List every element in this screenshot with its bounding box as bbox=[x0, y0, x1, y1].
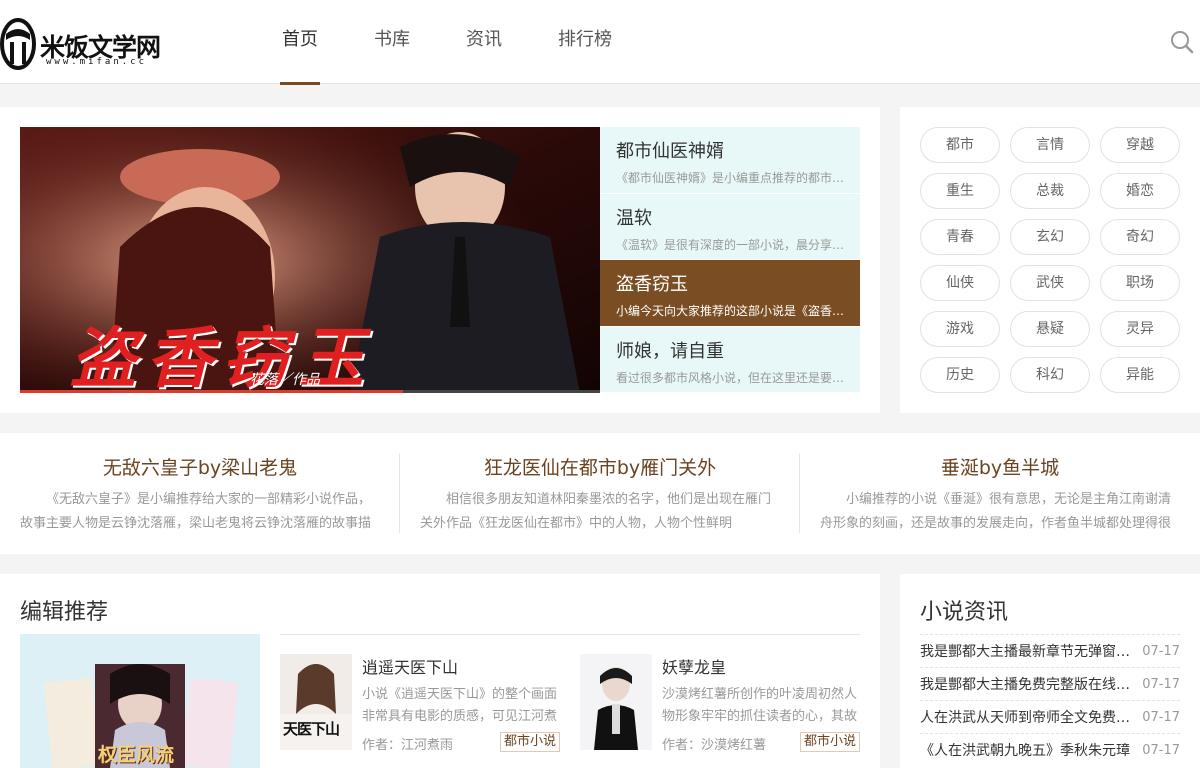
slide-title: 温软 bbox=[616, 207, 652, 229]
news-item[interactable]: 人在洪武从天师到帝师全文免费阅读 07-17 bbox=[920, 700, 1180, 733]
featured-desc: 相信很多朋友知道林阳秦墨浓的名字，他们是出现在雁门关外作品《狂龙医仙在都市》中的… bbox=[420, 492, 772, 531]
tag-lishi[interactable]: 历史 bbox=[920, 357, 1000, 393]
news-title[interactable]: 人在洪武从天师到帝师全文免费阅读 bbox=[920, 707, 1130, 727]
featured-desc: 《无敌六皇子》是小编推荐给大家的一部精彩小说作品，故事主要人物是云铮沈落雁，梁山… bbox=[20, 492, 372, 531]
tag-hunlian[interactable]: 婚恋 bbox=[1100, 173, 1180, 209]
banner-progress-bar bbox=[20, 390, 600, 393]
news-title[interactable]: 《人在洪武朝九晚五》季秋朱元璋 bbox=[920, 740, 1130, 760]
banner-cover-image[interactable]: 盗香窃玉 花落／作品 bbox=[20, 127, 600, 393]
book-genre-tag[interactable]: 都市小说 bbox=[499, 732, 560, 752]
logo-mark-icon bbox=[0, 18, 36, 70]
editor-picks-section: 编辑推荐 权臣风流 天医下山 逍遥天医下山 小说《逍遥天医下山》的整个画面非常具… bbox=[0, 574, 880, 768]
slide-title: 师娘，请自重 bbox=[616, 340, 724, 362]
tag-yineng[interactable]: 异能 bbox=[1100, 357, 1180, 393]
novel-news-section: 小说资讯 我是酆都大主播最新章节无弹窗阅读 07-17 我是酆都大主播免费完整版… bbox=[900, 574, 1200, 768]
tag-qihuan[interactable]: 奇幻 bbox=[1100, 219, 1180, 255]
featured-title[interactable]: 狂龙医仙在都市by雁门关外 bbox=[420, 453, 780, 480]
nav-library[interactable]: 书库 bbox=[372, 0, 412, 84]
divider bbox=[799, 453, 800, 533]
book-card[interactable]: 天医下山 逍遥天医下山 小说《逍遥天医下山》的整个画面非常具有电影的质感，可见江… bbox=[280, 654, 560, 754]
news-date: 07-17 bbox=[1142, 643, 1180, 659]
tag-zongcai[interactable]: 总裁 bbox=[1010, 173, 1090, 209]
book-title[interactable]: 妖孽龙皇 bbox=[662, 654, 726, 678]
book-title[interactable]: 逍遥天医下山 bbox=[362, 654, 458, 678]
news-date: 07-17 bbox=[1142, 709, 1180, 725]
nav-rankings[interactable]: 排行榜 bbox=[556, 0, 614, 84]
slide-title: 盗香窃玉 bbox=[616, 274, 688, 295]
tag-xianxia[interactable]: 仙侠 bbox=[920, 265, 1000, 301]
banner-progress-fill bbox=[20, 390, 403, 393]
tag-xuanyi[interactable]: 悬疑 bbox=[1010, 311, 1090, 347]
book-cover-title: 天医下山 bbox=[283, 720, 340, 738]
featured-item: 垂涎by鱼半城 小编推荐的小说《垂涎》很有意思，无论是主角江南谢清舟形象的刻画，… bbox=[820, 453, 1180, 533]
news-list: 我是酆都大主播最新章节无弹窗阅读 07-17 我是酆都大主播免费完整版在线阅读 … bbox=[920, 634, 1180, 766]
editor-feature-cover[interactable]: 权臣风流 bbox=[20, 634, 260, 768]
site-logo[interactable]: 米饭文学网 www.mifan.cc bbox=[0, 12, 175, 76]
main-nav: 首页 书库 资讯 排行榜 bbox=[280, 0, 666, 85]
nav-news[interactable]: 资讯 bbox=[464, 0, 504, 84]
banner-cover-title: 盗香窃玉 bbox=[70, 319, 374, 393]
book-author: 作者：江河煮雨 bbox=[362, 738, 454, 753]
slide-desc: 《都市仙医神婿》是小编重点推荐的都市小说 bbox=[616, 171, 848, 185]
genre-tags-panel: 都市 言情 穿越 重生 总裁 婚恋 青春 玄幻 奇幻 仙侠 武侠 职场 游戏 悬… bbox=[900, 107, 1200, 413]
featured-item: 无敌六皇子by梁山老鬼 《无敌六皇子》是小编推荐给大家的一部精彩小说作品，故事主… bbox=[20, 453, 380, 533]
search-icon[interactable] bbox=[1170, 30, 1194, 54]
book-cover[interactable]: 天医下山 bbox=[280, 654, 352, 750]
book-card[interactable]: 妖孽龙皇 沙漠烤红薯所创作的叶凌周初然人物形象牢牢的抓住读者的心，其故事精彩 作… bbox=[580, 654, 860, 754]
tag-dushi[interactable]: 都市 bbox=[920, 127, 1000, 163]
tag-qingchun[interactable]: 青春 bbox=[920, 219, 1000, 255]
news-date: 07-17 bbox=[1142, 676, 1180, 692]
header: 米饭文学网 www.mifan.cc 首页 书库 资讯 排行榜 bbox=[0, 0, 1200, 85]
book-desc: 小说《逍遥天医下山》的整个画面非常具有电影的质感，可见江河煮雨的功力 bbox=[362, 687, 558, 724]
slide-item[interactable]: 都市仙医神婿 《都市仙医神婿》是小编重点推荐的都市小说 bbox=[600, 127, 860, 194]
news-date: 07-17 bbox=[1142, 742, 1180, 758]
tag-lingyi[interactable]: 灵异 bbox=[1100, 311, 1180, 347]
book-genre-tag[interactable]: 都市小说 bbox=[799, 732, 860, 752]
slide-item[interactable]: 温软 《温软》是很有深度的一部小说，晨分享给大家 bbox=[600, 193, 860, 260]
book-cover-art bbox=[580, 654, 652, 750]
logo-url: www.mifan.cc bbox=[46, 57, 148, 67]
divider bbox=[399, 453, 400, 533]
book-desc: 沙漠烤红薯所创作的叶凌周初然人物形象牢牢的抓住读者的心，其故事精彩 bbox=[662, 687, 858, 724]
tag-xuanhuan[interactable]: 玄幻 bbox=[1010, 219, 1090, 255]
tag-chuanyue[interactable]: 穿越 bbox=[1100, 127, 1180, 163]
divider bbox=[280, 634, 860, 635]
featured-item: 狂龙医仙在都市by雁门关外 相信很多朋友知道林阳秦墨浓的名字，他们是出现在雁门关… bbox=[420, 453, 780, 533]
banner-slide-list: 都市仙医神婿 《都市仙医神婿》是小编重点推荐的都市小说 温软 《温软》是很有深度… bbox=[600, 127, 860, 393]
featured-title[interactable]: 无敌六皇子by梁山老鬼 bbox=[20, 453, 380, 480]
tag-youxi[interactable]: 游戏 bbox=[920, 311, 1000, 347]
banner-cover-author: 花落／作品 bbox=[250, 372, 320, 388]
banner-carousel: 盗香窃玉 花落／作品 都市仙医神婿 《都市仙医神婿》是小编重点推荐的都市小说 温… bbox=[0, 107, 880, 413]
slide-title: 都市仙医神婿 bbox=[616, 141, 724, 162]
slide-desc: 看过很多都市风格小说，但在这里还是要推荐 bbox=[616, 370, 848, 385]
editor-cover-title: 权臣风流 bbox=[98, 744, 175, 766]
slide-item[interactable]: 师娘，请自重 看过很多都市风格小说，但在这里还是要推荐 bbox=[600, 326, 860, 393]
news-item[interactable]: 我是酆都大主播最新章节无弹窗阅读 07-17 bbox=[920, 634, 1180, 667]
section-title: 编辑推荐 bbox=[20, 600, 109, 625]
book-cover[interactable] bbox=[580, 654, 652, 750]
tag-kehuan[interactable]: 科幻 bbox=[1010, 357, 1090, 393]
slide-desc: 小编今天向大家推荐的这部小说是《盗香窃玉》 bbox=[616, 304, 848, 318]
tag-zhichang[interactable]: 职场 bbox=[1100, 265, 1180, 301]
featured-title[interactable]: 垂涎by鱼半城 bbox=[820, 453, 1180, 480]
section-title: 小说资讯 bbox=[920, 600, 1009, 625]
slide-desc: 《温软》是很有深度的一部小说，晨分享给大家 bbox=[616, 237, 848, 252]
news-title[interactable]: 我是酆都大主播免费完整版在线阅读 bbox=[920, 674, 1130, 694]
tag-chongsheng[interactable]: 重生 bbox=[920, 173, 1000, 209]
book-author: 作者：沙漠烤红薯 bbox=[662, 738, 767, 753]
news-item[interactable]: 我是酆都大主播免费完整版在线阅读 07-17 bbox=[920, 667, 1180, 700]
tag-yanqing[interactable]: 言情 bbox=[1010, 127, 1090, 163]
tag-wuxia[interactable]: 武侠 bbox=[1010, 265, 1090, 301]
slide-item-active[interactable]: 盗香窃玉 小编今天向大家推荐的这部小说是《盗香窃玉》 bbox=[600, 260, 860, 327]
featured-row: 无敌六皇子by梁山老鬼 《无敌六皇子》是小编推荐给大家的一部精彩小说作品，故事主… bbox=[0, 433, 1200, 554]
news-item[interactable]: 《人在洪武朝九晚五》季秋朱元璋 07-17 bbox=[920, 733, 1180, 766]
news-title[interactable]: 我是酆都大主播最新章节无弹窗阅读 bbox=[920, 641, 1130, 661]
featured-desc: 小编推荐的小说《垂涎》很有意思，无论是主角江南谢清舟形象的刻画，还是故事的发展走… bbox=[820, 492, 1172, 531]
nav-home[interactable]: 首页 bbox=[280, 0, 320, 85]
